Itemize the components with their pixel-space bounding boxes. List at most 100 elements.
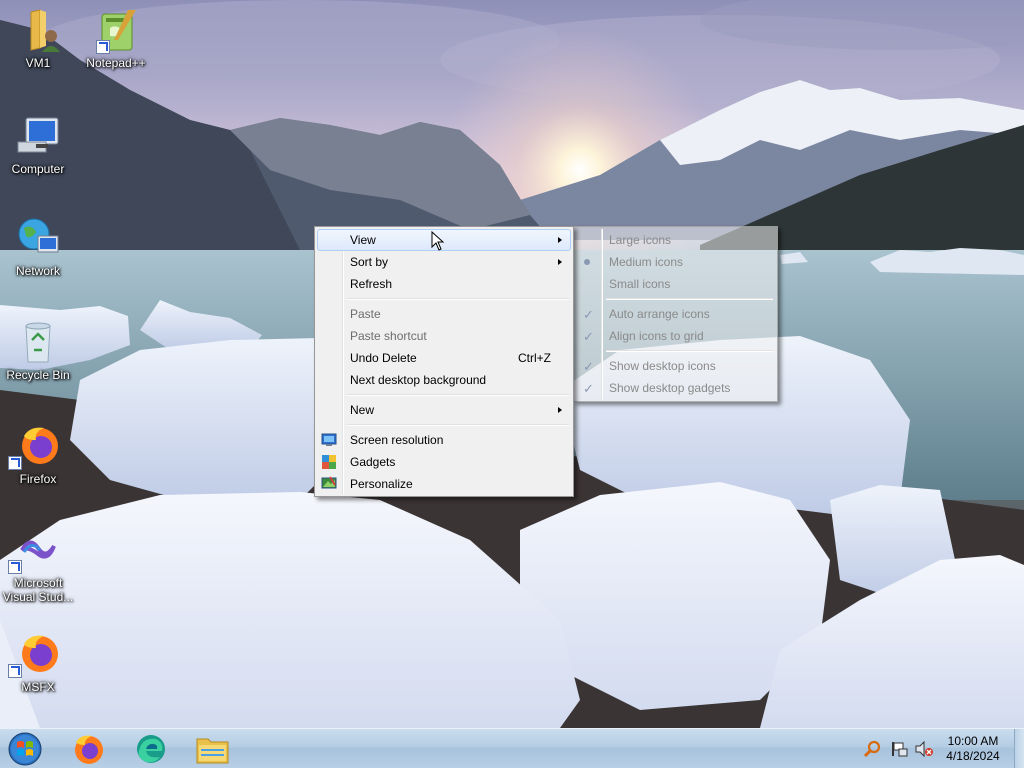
checkmark-icon: ✓ xyxy=(583,359,594,374)
menu-item-paste-shortcut[interactable]: Paste shortcut xyxy=(317,325,571,347)
desktop-icon-label: Computer xyxy=(11,162,65,176)
menu-separator xyxy=(317,295,571,303)
desktop-icon-label: VM1 xyxy=(25,56,51,70)
personalize-icon xyxy=(321,476,337,492)
tray-action-center[interactable] xyxy=(890,740,908,758)
menu-separator xyxy=(576,347,775,355)
submenu-arrow-icon xyxy=(558,237,562,243)
mouse-cursor-icon xyxy=(431,230,445,254)
clock-date: 4/18/2024 xyxy=(946,749,1000,763)
menu-item-label: Align icons to grid xyxy=(609,329,704,343)
desktop-context-menu: View Sort by Refresh Paste Paste shortcu… xyxy=(314,226,574,497)
menu-item-show-desktop-icons[interactable]: ✓ Show desktop icons xyxy=(576,355,775,377)
menu-item-gadgets[interactable]: Gadgets xyxy=(317,451,571,473)
network-icon xyxy=(14,214,62,262)
radio-selected-icon xyxy=(584,259,590,265)
desktop-icon-label: Firefox xyxy=(19,472,57,486)
desktop-icon-msfx[interactable]: MSFX xyxy=(0,630,76,694)
menu-item-small-icons[interactable]: Small icons xyxy=(576,273,775,295)
menu-item-label: View xyxy=(350,233,376,247)
desktop-icon-firefox[interactable]: Firefox xyxy=(0,422,76,486)
shortcut-arrow-icon xyxy=(96,40,110,54)
menu-item-label: Undo Delete xyxy=(350,351,417,365)
submenu-arrow-icon xyxy=(558,259,562,265)
checkmark-icon: ✓ xyxy=(583,381,594,396)
desktop-icon-network[interactable]: Network xyxy=(0,214,76,278)
menu-separator xyxy=(317,391,571,399)
edge-icon xyxy=(137,735,165,763)
taskbar-firefox[interactable] xyxy=(62,731,114,767)
computer-icon xyxy=(14,112,62,160)
menu-item-label: Personalize xyxy=(350,477,413,491)
menu-item-label: Medium icons xyxy=(609,255,684,269)
show-desktop-button[interactable] xyxy=(1014,729,1024,768)
notepadpp-icon xyxy=(92,6,140,54)
firefox-icon xyxy=(8,422,62,470)
menu-item-label: Large icons xyxy=(609,233,672,247)
menu-item-medium-icons[interactable]: Medium icons xyxy=(576,251,775,273)
desktop-icon-label: Recycle Bin xyxy=(6,368,70,382)
menu-item-undo-delete[interactable]: Undo Delete Ctrl+Z xyxy=(317,347,571,369)
menu-separator xyxy=(576,295,775,303)
menu-item-auto-arrange[interactable]: ✓ Auto arrange icons xyxy=(576,303,775,325)
menu-item-refresh[interactable]: Refresh xyxy=(317,273,571,295)
shortcut-arrow-icon xyxy=(8,560,22,574)
desktop-icon-vm1[interactable]: VM1 xyxy=(0,6,76,70)
taskbar: 10:00 AM 4/18/2024 xyxy=(0,728,1024,768)
desktop-icon-visual-studio[interactable]: Microsoft Visual Stud... xyxy=(0,526,76,604)
recycle-bin-icon xyxy=(14,318,62,366)
menu-item-screen-resolution[interactable]: Screen resolution xyxy=(317,429,571,451)
screen-resolution-icon xyxy=(321,432,337,448)
firefox-icon xyxy=(8,630,62,678)
menu-item-align-to-grid[interactable]: ✓ Align icons to grid xyxy=(576,325,775,347)
menu-item-label: Show desktop icons xyxy=(609,359,716,373)
menu-item-label: Gadgets xyxy=(350,455,396,469)
menu-item-new[interactable]: New xyxy=(317,399,571,421)
gadgets-icon xyxy=(321,454,337,470)
tray-volume[interactable] xyxy=(914,740,934,758)
menu-item-paste[interactable]: Paste xyxy=(317,303,571,325)
keyboard-shortcut: Ctrl+Z xyxy=(518,351,551,365)
menu-item-show-gadgets[interactable]: ✓ Show desktop gadgets xyxy=(576,377,775,399)
desktop-icon-label: Microsoft Visual Stud... xyxy=(2,576,74,604)
menu-item-sort-by[interactable]: Sort by xyxy=(317,251,571,273)
menu-item-label: Screen resolution xyxy=(350,433,444,447)
firefox-icon xyxy=(75,735,103,764)
search-icon xyxy=(863,740,881,758)
volume-muted-icon xyxy=(915,740,933,758)
menu-separator xyxy=(317,421,571,429)
clock-time: 10:00 AM xyxy=(947,734,999,748)
checkmark-icon: ✓ xyxy=(583,307,594,322)
taskbar-edge[interactable] xyxy=(124,731,176,767)
taskbar-file-explorer[interactable] xyxy=(186,731,238,767)
menu-item-label: Paste shortcut xyxy=(350,329,427,343)
menu-item-next-background[interactable]: Next desktop background xyxy=(317,369,571,391)
desktop-icon-recycle-bin[interactable]: Recycle Bin xyxy=(0,318,76,382)
menu-item-label: New xyxy=(350,403,375,417)
menu-item-label: Refresh xyxy=(350,277,393,291)
desktop-icon-notepadpp[interactable]: Notepad++ xyxy=(78,6,154,70)
tray-search[interactable] xyxy=(863,740,882,758)
menu-item-label: Next desktop background xyxy=(350,373,487,387)
menu-item-label: Paste xyxy=(350,307,381,321)
action-center-flag-icon xyxy=(892,742,908,757)
submenu-arrow-icon xyxy=(558,407,562,413)
menu-item-large-icons[interactable]: Large icons xyxy=(576,229,775,251)
windows-logo-icon xyxy=(8,732,42,766)
menu-item-label: Show desktop gadgets xyxy=(609,381,731,395)
start-button[interactable] xyxy=(6,731,44,767)
shortcut-arrow-icon xyxy=(8,456,22,470)
menu-item-label: Auto arrange icons xyxy=(609,307,710,321)
menu-item-label: Sort by xyxy=(350,255,389,269)
shortcut-arrow-icon xyxy=(8,664,22,678)
menu-item-label: Small icons xyxy=(609,277,671,291)
visual-studio-icon xyxy=(8,526,62,574)
desktop-icon-computer[interactable]: Computer xyxy=(0,112,76,176)
file-explorer-icon xyxy=(196,738,229,764)
taskbar-clock[interactable]: 10:00 AM 4/18/2024 xyxy=(937,734,1009,764)
desktop-icon-label: Notepad++ xyxy=(86,56,146,70)
desktop-icon-label: MSFX xyxy=(21,680,55,694)
checkmark-icon: ✓ xyxy=(583,329,594,344)
menu-item-personalize[interactable]: Personalize xyxy=(317,473,571,495)
user-folder-icon xyxy=(14,6,62,54)
